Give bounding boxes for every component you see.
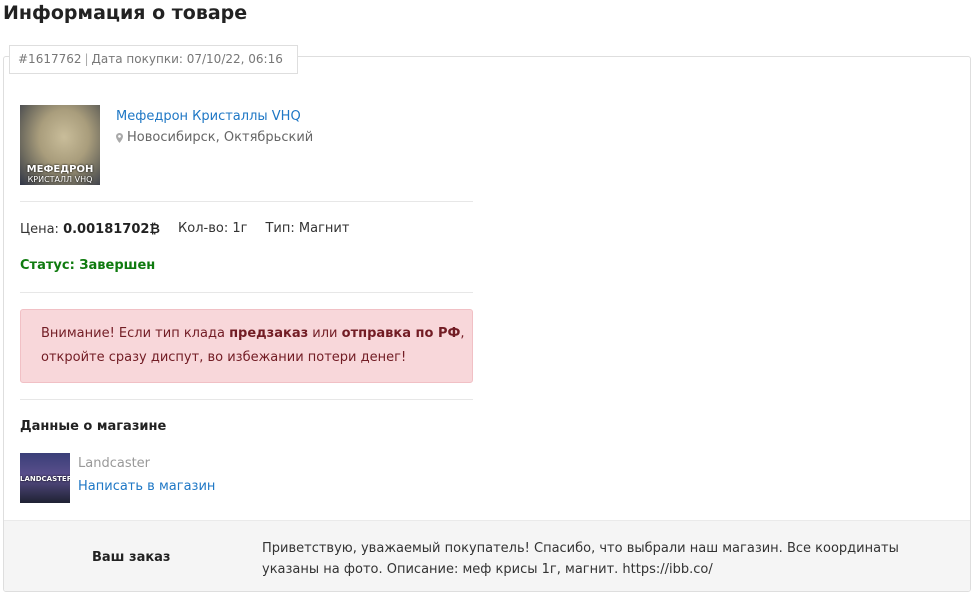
status-value: Завершен [79, 258, 156, 273]
status-badge: Статус: Завершен [20, 258, 156, 273]
thumb-caption-sub: КРИСТАЛЛ VHQ [27, 175, 93, 184]
product-location: Новосибирск, Октябрьский [116, 130, 313, 145]
order-note-label: Ваш заказ [92, 550, 171, 565]
alert-line2: откройте сразу диспут, во избежании поте… [41, 350, 407, 365]
stash-type-value: Магнит [298, 221, 350, 236]
purchase-date-label: Дата покупки: [91, 52, 183, 66]
product-name-link[interactable]: Мефедрон Кристаллы VHQ [116, 109, 313, 124]
divider [20, 399, 473, 400]
shop-block: LANDCASTER Landcaster Написать в магазин [20, 453, 215, 503]
shop-info: Landcaster Написать в магазин [78, 453, 215, 503]
map-pin-icon [116, 132, 123, 143]
order-meta: #1617762 | Дата покупки: 07/10/22, 06:16 [9, 45, 298, 74]
shop-heading: Данные о магазине [20, 419, 167, 434]
shop-logo-text: LANDCASTER [20, 475, 70, 483]
product-location-text: Новосибирск, Октябрьский [127, 130, 314, 145]
purchase-date: 07/10/22, 06:16 [186, 52, 283, 66]
quantity: Кол-во: 1г [178, 221, 248, 236]
product-thumbnail[interactable]: МЕФЕДРОН КРИСТАЛЛ VHQ [20, 105, 100, 185]
divider [20, 292, 473, 293]
price-value: 0.00181702₿ [63, 222, 161, 237]
warning-alert: Внимание! Если тип клада предзаказ или о… [20, 309, 473, 383]
product-details-row: Цена: 0.00181702₿ Кол-во: 1г Тип: Магнит [20, 221, 367, 237]
page: Информация о товаре Ваш заказ Приветству… [0, 0, 976, 595]
page-title: Информация о товаре [3, 2, 248, 24]
price: Цена: 0.00181702₿ [20, 222, 161, 237]
message-shop-link[interactable]: Написать в магазин [78, 479, 215, 494]
shop-avatar[interactable]: LANDCASTER [20, 453, 70, 503]
quantity-value: 1г [232, 221, 248, 236]
alert-bold-preorder: предзаказ [229, 326, 309, 341]
product-info: Мефедрон Кристаллы VHQ Новосибирск, Октя… [116, 105, 313, 185]
order-note-text: Приветствую, уважаемый покупатель! Спаси… [262, 541, 899, 577]
thumb-caption-main: МЕФЕДРОН [26, 164, 94, 175]
order-id: #1617762 [18, 52, 82, 66]
stash-type: Тип: Магнит [265, 221, 350, 236]
order-note-band: Ваш заказ Приветствую, уважаемый покупат… [4, 520, 970, 591]
shop-name: Landcaster [78, 456, 151, 471]
alert-bold-shipping: отправка по РФ [341, 326, 461, 341]
product-block: МЕФЕДРОН КРИСТАЛЛ VHQ Мефедрон Кристаллы… [20, 105, 313, 185]
divider [20, 201, 473, 202]
